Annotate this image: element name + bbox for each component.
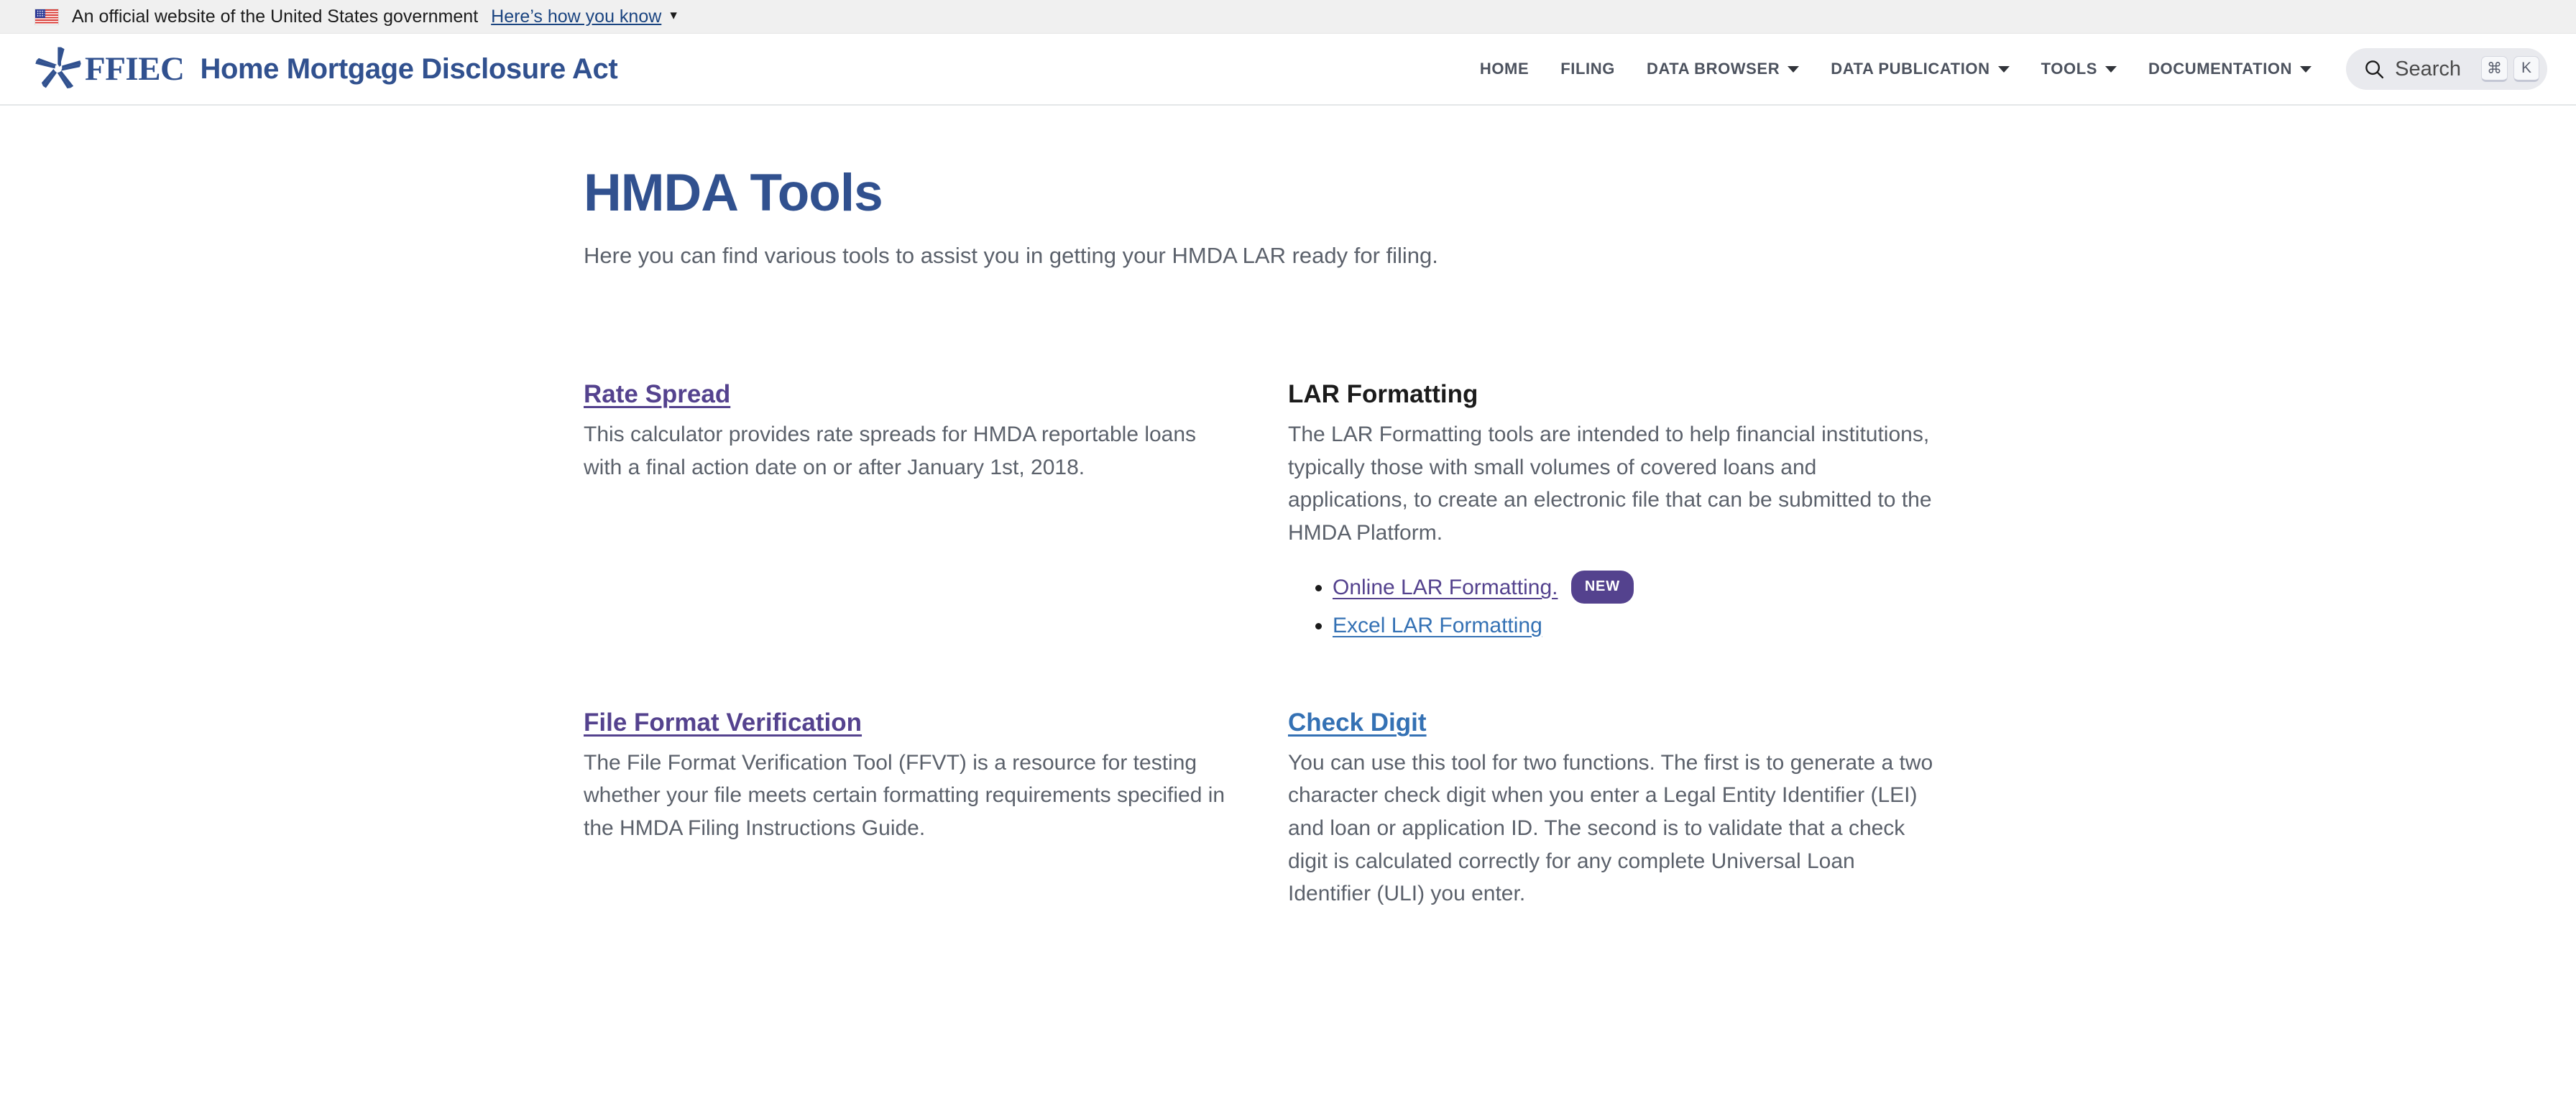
- nav-item-label: DATA PUBLICATION: [1831, 60, 1990, 78]
- tool-card-file-format-verification: File Format Verification The File Format…: [584, 706, 1230, 910]
- tool-card-rate-spread: Rate Spread This calculator provides rat…: [584, 378, 1230, 645]
- lar-formatting-heading: LAR Formatting: [1288, 380, 1478, 409]
- gov-banner-text: An official website of the United States…: [72, 6, 479, 27]
- nav-item-tools[interactable]: TOOLS: [2025, 60, 2133, 78]
- main-content: HMDA Tools Here you can find various too…: [0, 106, 2576, 910]
- page-intro: Here you can find various tools to assis…: [584, 242, 1438, 268]
- chevron-down-icon: [2300, 65, 2312, 73]
- ffiec-star-logo-icon: [35, 47, 81, 89]
- lar-formatting-description: The LAR Formatting tools are intended to…: [1288, 422, 1932, 545]
- page-title: HMDA Tools: [584, 164, 883, 222]
- nav-item-label: TOOLS: [2041, 60, 2098, 78]
- excel-lar-formatting-link[interactable]: Excel LAR Formatting: [1333, 614, 1542, 637]
- nav-item-home[interactable]: HOME: [1464, 60, 1545, 78]
- check-digit-link[interactable]: Check Digit: [1288, 706, 1427, 739]
- nav-item-filing[interactable]: FILING: [1545, 60, 1631, 78]
- lar-formatting-link-list: Online LAR Formatting. NEW Excel LAR For…: [1288, 569, 1935, 645]
- list-item: Excel LAR Formatting: [1333, 607, 1935, 645]
- nav-item-label: FILING: [1560, 60, 1615, 78]
- new-badge: NEW: [1570, 571, 1634, 604]
- nav-item-data-publication[interactable]: DATA PUBLICATION: [1815, 60, 2025, 78]
- tool-card-check-digit: Check Digit You can use this tool for tw…: [1288, 706, 1935, 910]
- check-digit-description: You can use this tool for two functions.…: [1288, 750, 1933, 906]
- search-label: Search: [2395, 57, 2461, 80]
- kbd-k-key: K: [2513, 56, 2539, 82]
- site-title: Home Mortgage Disclosure Act: [200, 52, 618, 85]
- chevron-down-icon: [2105, 65, 2117, 73]
- online-lar-formatting-link[interactable]: Online LAR Formatting.: [1333, 576, 1558, 599]
- brand-home-link[interactable]: FFIEC Home Mortgage Disclosure Act: [34, 45, 618, 93]
- heres-how-you-know-link[interactable]: Here’s how you know: [491, 6, 661, 27]
- tool-grid: Rate Spread This calculator provides rat…: [584, 378, 2576, 910]
- search-button[interactable]: Search ⌘ K: [2346, 48, 2547, 90]
- chevron-down-icon: [1997, 65, 2010, 73]
- us-flag-icon: [34, 8, 59, 25]
- file-format-verification-link[interactable]: File Format Verification: [584, 706, 862, 739]
- tool-card-lar-formatting: LAR Formatting The LAR Formatting tools …: [1288, 378, 1935, 645]
- site-header: FFIEC Home Mortgage Disclosure Act HOME …: [0, 34, 2576, 106]
- chevron-down-icon: [1788, 65, 1800, 73]
- gov-banner: An official website of the United States…: [0, 0, 2576, 34]
- chevron-down-icon[interactable]: ▾: [670, 7, 677, 24]
- list-item: Online LAR Formatting. NEW: [1333, 569, 1935, 607]
- nav-item-label: DATA BROWSER: [1646, 60, 1780, 78]
- rate-spread-description: This calculator provides rate spreads fo…: [584, 422, 1197, 479]
- nav-item-data-browser[interactable]: DATA BROWSER: [1631, 60, 1815, 78]
- nav-item-label: HOME: [1479, 60, 1530, 78]
- nav-item-label: DOCUMENTATION: [2148, 60, 2293, 78]
- main-nav: HOME FILING DATA BROWSER DATA PUBLICATIO…: [1464, 48, 2547, 90]
- file-format-verification-description: The File Format Verification Tool (FFVT)…: [584, 750, 1225, 841]
- nav-item-documentation[interactable]: DOCUMENTATION: [2133, 60, 2327, 78]
- rate-spread-link[interactable]: Rate Spread: [584, 378, 730, 411]
- search-icon: [2365, 60, 2384, 79]
- kbd-command-icon: ⌘: [2481, 56, 2508, 82]
- brand-ffiec-text: FFIEC: [85, 50, 185, 88]
